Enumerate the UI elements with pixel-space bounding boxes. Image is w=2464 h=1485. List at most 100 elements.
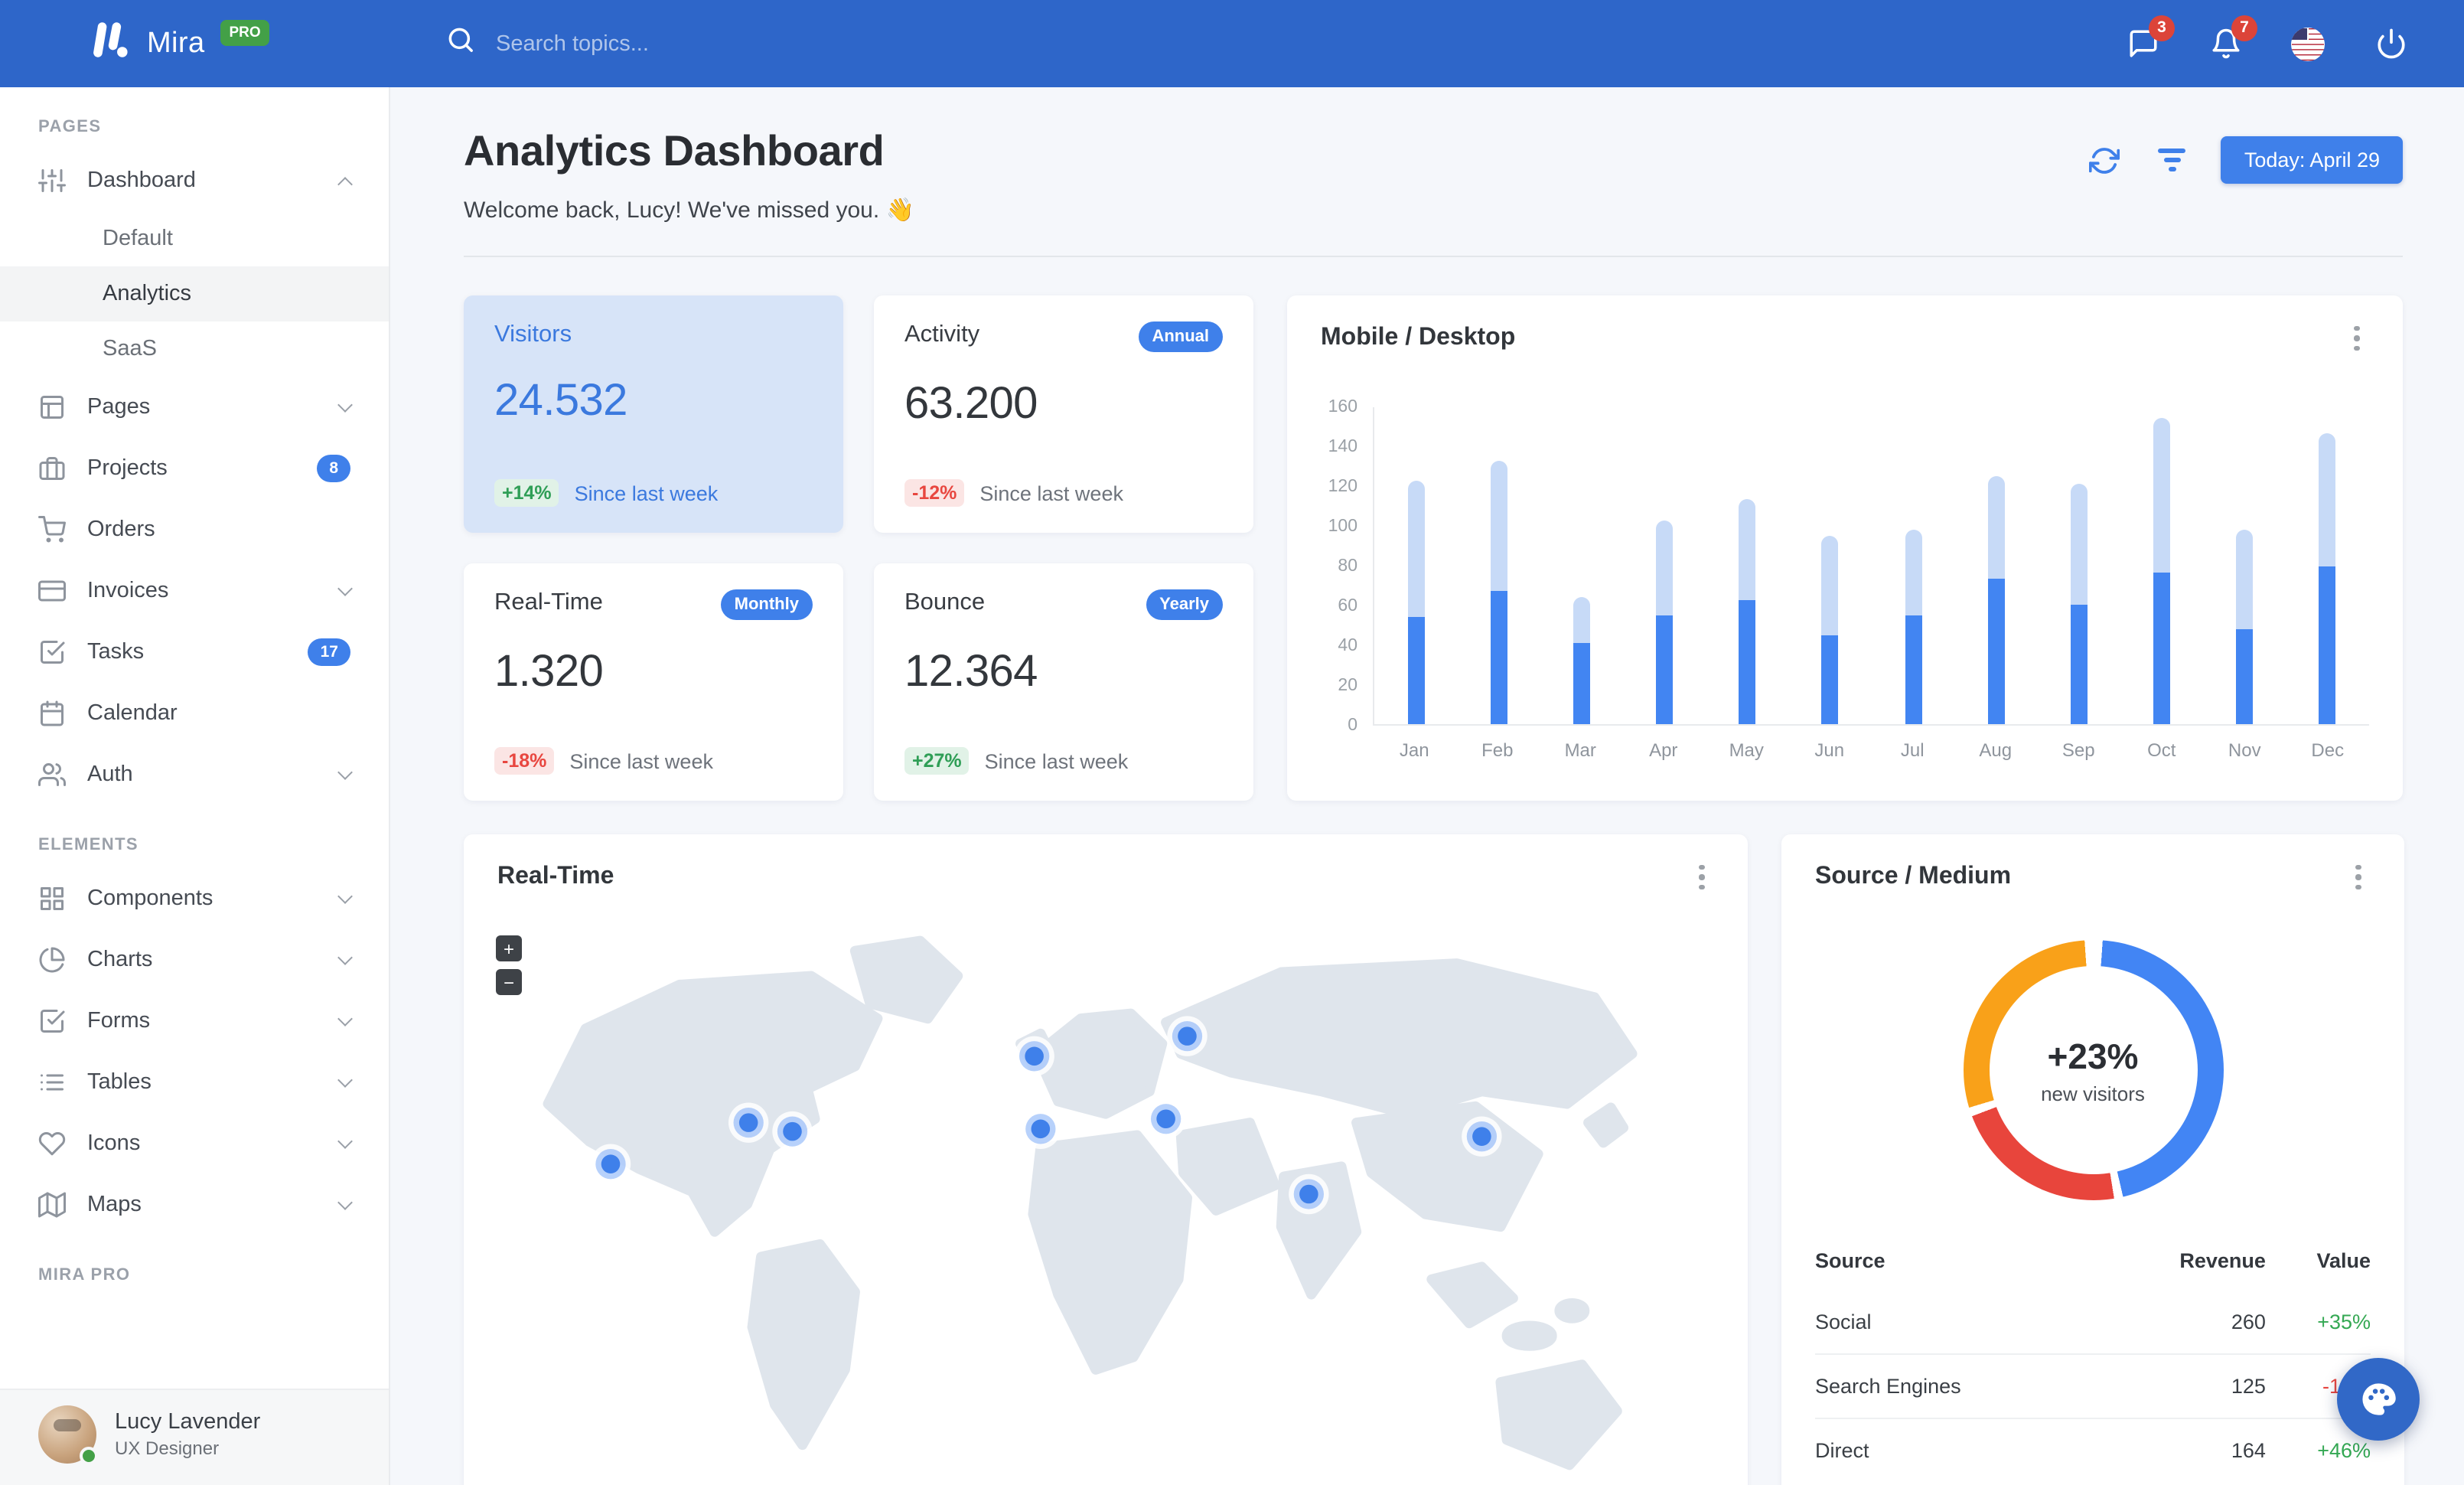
refresh-icon[interactable] [2087, 142, 2123, 178]
sidebar-item-tables[interactable]: Tables [0, 1052, 389, 1113]
chevron-up-icon [337, 176, 353, 191]
sidebar-user[interactable]: Lucy Lavender UX Designer [0, 1389, 389, 1485]
sidebar-item-icons[interactable]: Icons [0, 1113, 389, 1174]
marker-moscow[interactable] [1167, 1016, 1208, 1056]
source-table-row: Search Engines125-12% [1815, 1353, 2371, 1418]
bar-may[interactable] [1706, 407, 1788, 724]
map-zoom-in-button[interactable]: + [496, 935, 522, 961]
bar-feb[interactable] [1457, 407, 1540, 724]
sidebar-item-label: Icons [87, 1131, 141, 1156]
grid-icon [38, 885, 66, 912]
more-vertical-icon[interactable] [2342, 321, 2372, 355]
x-tick-label: Nov [2228, 739, 2261, 761]
search-icon [445, 24, 476, 63]
map-zoom-out-button[interactable]: − [496, 969, 522, 995]
stat-card-visitors[interactable]: Visitors 24.532 +14% Since last week [464, 295, 843, 533]
pie-chart-icon [38, 946, 66, 974]
header-actions: Today: April 29 [2087, 136, 2403, 184]
bar-sep[interactable] [2038, 407, 2120, 724]
chevron-down-icon [337, 1195, 353, 1210]
sidebar-subitem-saas[interactable]: SaaS [0, 321, 389, 377]
bar-oct[interactable] [2120, 407, 2203, 724]
notifications-bell-icon[interactable]: 7 [2207, 15, 2257, 62]
chevron-down-icon [337, 1134, 353, 1149]
bar-segment-mobile [1573, 642, 1590, 724]
sidebar-section-label: MIRA PRO [38, 1266, 131, 1284]
language-flag-icon[interactable] [2290, 25, 2326, 62]
stat-title: Real-Time [494, 589, 603, 615]
bar-nov[interactable] [2203, 407, 2286, 724]
bar-dec[interactable] [2286, 407, 2369, 724]
sidebar-item-forms[interactable]: Forms [0, 991, 389, 1052]
sidebar-item-tasks[interactable]: Tasks 17 [0, 622, 389, 683]
bar-jun[interactable] [1789, 407, 1872, 724]
marker-chicago[interactable] [728, 1102, 769, 1143]
stat-card-bounce[interactable]: Bounce Yearly 12.364 +27% Since last wee… [874, 563, 1253, 801]
sidebar-item-label: Projects [87, 456, 168, 481]
stat-card-realtime[interactable]: Real-Time Monthly 1.320 -18% Since last … [464, 563, 843, 801]
sidebar-item-label: Components [87, 886, 213, 911]
bar-mar[interactable] [1540, 407, 1623, 724]
bar-jan[interactable] [1374, 407, 1457, 724]
sidebar-subitem-analytics[interactable]: Analytics [0, 266, 389, 321]
stat-title: Visitors [494, 321, 572, 348]
stat-value: 63.200 [904, 380, 1038, 429]
x-tick-label: Dec [2311, 739, 2345, 761]
x-tick-label: May [1729, 739, 1764, 761]
bar-jul[interactable] [1872, 407, 1954, 724]
marker-beijing[interactable] [1462, 1116, 1502, 1157]
avatar [38, 1405, 98, 1465]
sidebar-subitem-default[interactable]: Default [0, 211, 389, 266]
stat-cards: Visitors 24.532 +14% Since last week Act… [464, 295, 1253, 801]
date-range-button[interactable]: Today: April 29 [2221, 136, 2403, 184]
marker-madrid[interactable] [1020, 1108, 1061, 1150]
world-map[interactable] [464, 903, 1748, 1485]
y-tick-label: 140 [1328, 438, 1357, 456]
sidebar-item-calendar[interactable]: Calendar [0, 683, 389, 744]
page-header: Analytics Dashboard Welcome back, Lucy! … [464, 127, 2403, 224]
source-donut-chart: +23% new visitors [1963, 940, 2223, 1200]
search-input[interactable] [496, 31, 833, 56]
sidebar-nav: PAGES Dashboard Default Analytics SaaS Pages P… [0, 87, 389, 1298]
marker-san-francisco[interactable] [590, 1144, 631, 1184]
sidebar-item-charts[interactable]: Charts [0, 929, 389, 991]
sidebar-item-projects[interactable]: Projects 8 [0, 438, 389, 499]
sidebar-item-invoices[interactable]: Invoices [0, 560, 389, 622]
stat-title: Bounce [904, 589, 986, 615]
sliders-icon [38, 167, 66, 194]
more-vertical-icon[interactable] [1687, 860, 1717, 894]
bar-segment-desktop [1407, 481, 1425, 617]
bar-aug[interactable] [1954, 407, 2037, 724]
marker-london[interactable] [1014, 1036, 1054, 1077]
top-navbar: Mira PRO 3 7 [0, 0, 2464, 87]
sidebar-item-maps[interactable]: Maps [0, 1174, 389, 1235]
more-vertical-icon[interactable] [2343, 860, 2374, 894]
marker-new-york[interactable] [772, 1111, 813, 1152]
stat-card-activity[interactable]: Activity Annual 63.200 -12% Since last w… [874, 295, 1253, 533]
bar-segment-desktop [1821, 535, 1839, 635]
power-icon[interactable] [2372, 25, 2409, 62]
sidebar-item-orders[interactable]: Orders [0, 499, 389, 560]
main-content: Analytics Dashboard Welcome back, Lucy! … [390, 87, 2464, 1485]
sidebar-item-label: Dashboard [87, 168, 196, 193]
marker-delhi[interactable] [1289, 1173, 1329, 1215]
bar-apr[interactable] [1623, 407, 1706, 724]
check-square-icon [38, 1007, 66, 1035]
messages-icon[interactable]: 3 [2124, 15, 2175, 62]
filter-icon[interactable] [2154, 142, 2191, 178]
chevron-down-icon [337, 1072, 353, 1088]
sidebar-item-dashboard[interactable]: Dashboard [0, 150, 389, 211]
sidebar-item-label: Orders [87, 517, 155, 542]
sidebar-item-auth[interactable]: Auth [0, 744, 389, 805]
theme-settings-fab[interactable] [2337, 1358, 2420, 1441]
sidebar-count-badge: 8 [317, 455, 350, 482]
sidebar-item-label: Tables [87, 1070, 152, 1095]
sidebar-item-components[interactable]: Components [0, 868, 389, 929]
brand[interactable]: Mira PRO [0, 17, 390, 70]
sidebar-item-label: Invoices [87, 579, 169, 603]
marker-istanbul[interactable] [1146, 1098, 1186, 1139]
x-tick-label: Jul [1900, 739, 1925, 761]
bar-segment-mobile [2070, 605, 2088, 724]
bar-plot-area [1373, 407, 2369, 726]
sidebar-item-pages[interactable]: Pages [0, 377, 389, 438]
